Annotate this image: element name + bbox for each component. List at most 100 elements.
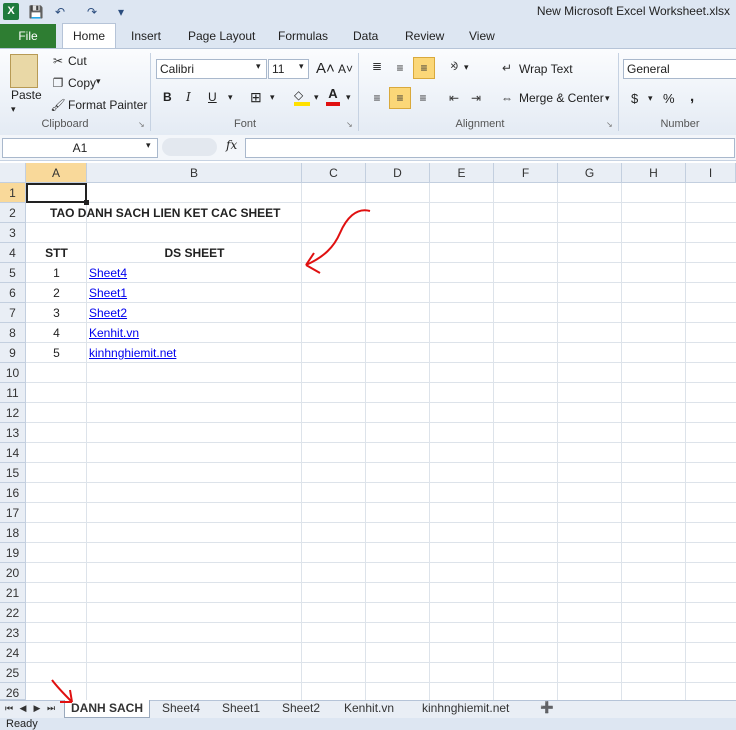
borders-dropdown-icon[interactable]: ▾ — [270, 92, 275, 103]
copy-icon[interactable]: ❐ — [50, 75, 66, 91]
paste-button[interactable]: Paste — [11, 88, 42, 102]
stt-cell[interactable]: 2 — [26, 283, 87, 303]
row-header[interactable]: 9 — [0, 343, 26, 363]
align-center-icon[interactable]: ≡ — [389, 87, 411, 109]
cut-icon[interactable]: ✂ — [50, 53, 66, 69]
orientation-icon[interactable]: ⨵ — [446, 58, 462, 74]
format-painter-icon[interactable]: 🖌 — [50, 97, 66, 113]
row-header[interactable]: 17 — [0, 503, 26, 523]
align-left-icon[interactable]: ≡ — [369, 90, 385, 106]
save-icon[interactable]: 💾 — [28, 4, 44, 20]
font-size-dropdown-icon[interactable]: ▾ — [299, 61, 304, 72]
row-header[interactable]: 12 — [0, 403, 26, 423]
sheet-hyperlink[interactable]: Kenhit.vn — [89, 323, 139, 343]
tab-review[interactable]: Review — [405, 24, 444, 48]
row-header[interactable]: 18 — [0, 523, 26, 543]
row-header[interactable]: 22 — [0, 603, 26, 623]
row-header[interactable]: 20 — [0, 563, 26, 583]
prev-sheet-icon[interactable]: ◀ — [18, 703, 28, 714]
row-header[interactable]: 26 — [0, 683, 26, 700]
top-align-icon[interactable]: ≣ — [369, 58, 385, 74]
sheet-hyperlink[interactable]: Sheet1 — [89, 283, 127, 303]
underline-dropdown-icon[interactable]: ▾ — [228, 92, 233, 103]
column-header[interactable]: A — [26, 163, 87, 183]
column-header[interactable]: H — [622, 163, 686, 183]
undo-icon[interactable]: ↶ — [52, 4, 68, 20]
formula-expand-handle[interactable] — [162, 138, 217, 156]
row-header[interactable]: 16 — [0, 483, 26, 503]
font-name-select[interactable]: Calibri — [156, 59, 267, 79]
percent-icon[interactable]: % — [663, 91, 675, 106]
name-box-dropdown-icon[interactable]: ▾ — [146, 140, 151, 151]
row-header[interactable]: 24 — [0, 643, 26, 663]
redo-icon[interactable]: ↷ — [84, 4, 100, 20]
fill-color-icon[interactable]: ◇ — [294, 88, 310, 106]
tab-insert[interactable]: Insert — [131, 24, 161, 48]
row-header[interactable]: 13 — [0, 423, 26, 443]
sheet-tab-kinhnghiemit[interactable]: kinhnghiemit.net — [416, 700, 515, 717]
stt-cell[interactable]: 4 — [26, 323, 87, 343]
sheet-tab-sheet1[interactable]: Sheet1 — [216, 700, 266, 717]
column-header[interactable]: I — [686, 163, 736, 183]
row-header[interactable]: 10 — [0, 363, 26, 383]
font-name-dropdown-icon[interactable]: ▾ — [256, 61, 261, 72]
select-all-corner[interactable] — [0, 163, 26, 183]
italic-icon[interactable]: I — [186, 90, 191, 104]
tab-formulas[interactable]: Formulas — [278, 24, 328, 48]
ds-sheet-header-cell[interactable]: DS SHEET — [87, 243, 302, 263]
tab-file[interactable]: File — [0, 24, 56, 48]
wrap-text-button[interactable]: Wrap Text — [519, 62, 573, 76]
insert-sheet-icon[interactable]: ➕ — [534, 700, 560, 717]
sheet-hyperlink[interactable]: kinhnghiemit.net — [89, 343, 176, 363]
orientation-dropdown-icon[interactable]: ▾ — [464, 62, 469, 73]
tab-page-layout[interactable]: Page Layout — [188, 24, 255, 48]
name-box[interactable]: A1 — [2, 138, 158, 158]
row-header[interactable]: 6 — [0, 283, 26, 303]
row-header[interactable]: 11 — [0, 383, 26, 403]
sheet-tab-sheet4[interactable]: Sheet4 — [156, 700, 206, 717]
tab-view[interactable]: View — [469, 24, 495, 48]
currency-icon[interactable]: $ — [631, 91, 638, 106]
row-header[interactable]: 5 — [0, 263, 26, 283]
font-color-dropdown-icon[interactable]: ▾ — [346, 92, 351, 103]
copy-dropdown-icon[interactable]: ▾ — [96, 76, 101, 87]
customize-qat-icon[interactable]: ▾ — [116, 4, 126, 20]
clipboard-launcher-icon[interactable]: ↘ — [138, 120, 145, 129]
fill-handle[interactable] — [84, 200, 89, 205]
insert-function-icon[interactable]: fx — [226, 138, 242, 152]
row-header[interactable]: 8 — [0, 323, 26, 343]
wrap-text-icon[interactable]: ↵ — [499, 60, 515, 76]
row-header[interactable]: 19 — [0, 543, 26, 563]
underline-icon[interactable]: U — [208, 90, 217, 104]
row-header[interactable]: 1 — [0, 183, 26, 203]
stt-cell[interactable]: 1 — [26, 263, 87, 283]
merge-center-icon[interactable]: ⇔ — [499, 90, 515, 106]
row-header[interactable]: 21 — [0, 583, 26, 603]
row-header[interactable]: 7 — [0, 303, 26, 323]
column-header[interactable]: C — [302, 163, 366, 183]
column-header[interactable]: G — [558, 163, 622, 183]
stt-header-cell[interactable]: STT — [26, 243, 87, 263]
font-launcher-icon[interactable]: ↘ — [346, 120, 353, 129]
cut-button[interactable]: Cut — [68, 54, 87, 68]
stt-cell[interactable]: 5 — [26, 343, 87, 363]
column-header[interactable]: F — [494, 163, 558, 183]
paste-dropdown-icon[interactable]: ▾ — [11, 104, 16, 115]
align-right-icon[interactable]: ≡ — [415, 90, 431, 106]
format-painter-button[interactable]: Format Painter — [68, 98, 147, 112]
sheet-tab-sheet2[interactable]: Sheet2 — [276, 700, 326, 717]
merge-center-button[interactable]: Merge & Center — [519, 91, 604, 105]
paste-icon[interactable] — [10, 54, 38, 88]
tab-data[interactable]: Data — [353, 24, 378, 48]
row-header[interactable]: 25 — [0, 663, 26, 683]
decrease-indent-icon[interactable]: ⇤ — [446, 90, 462, 106]
stt-cell[interactable]: 3 — [26, 303, 87, 323]
increase-indent-icon[interactable]: ⇥ — [468, 90, 484, 106]
row-header[interactable]: 4 — [0, 243, 26, 263]
sheet-tab-kenhit[interactable]: Kenhit.vn — [338, 700, 400, 717]
bold-icon[interactable]: B — [163, 90, 172, 104]
row-header[interactable]: 3 — [0, 223, 26, 243]
alignment-launcher-icon[interactable]: ↘ — [606, 120, 613, 129]
sheet-hyperlink[interactable]: Sheet4 — [89, 263, 127, 283]
merge-center-dropdown-icon[interactable]: ▾ — [605, 93, 610, 104]
